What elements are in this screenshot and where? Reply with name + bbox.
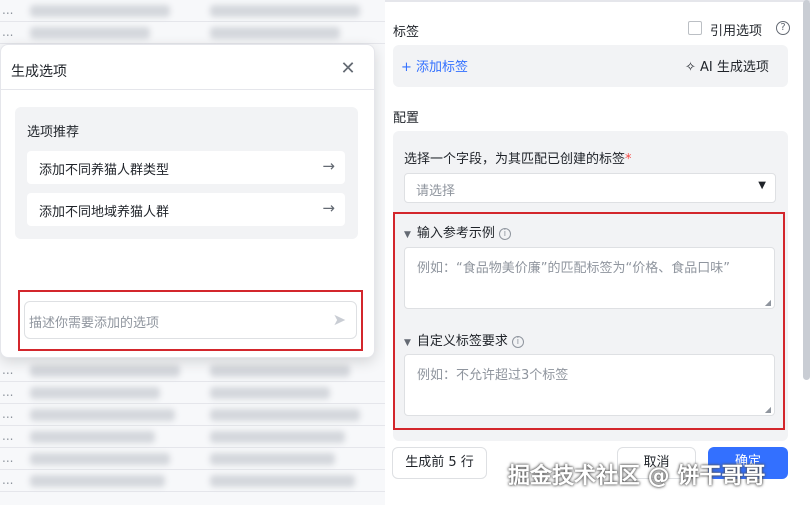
close-icon[interactable]: ✕ <box>337 58 359 80</box>
recommendation-item[interactable]: 添加不同地域养猫人群 → <box>27 193 345 226</box>
tag-box: + 添加标签 ✧ AI 生成选项 <box>393 45 788 87</box>
prompt-placeholder: 描述你需要添加的选项 <box>29 316 160 331</box>
recommendations-title: 选项推荐 <box>27 125 80 140</box>
resize-handle-icon[interactable]: ◢ <box>765 298 771 307</box>
scrollbar[interactable] <box>803 0 810 380</box>
help-icon[interactable]: ? <box>776 21 790 35</box>
field-label-text: 选择一个字段，为其匹配已创建的标签 <box>404 152 626 167</box>
table-row: ... <box>0 470 385 492</box>
custom-placeholder: 例如：不允许超过3个标签 <box>417 368 569 383</box>
watermark: 掘金技术社区 @ 饼干哥哥 <box>508 464 766 489</box>
collapse-triangle-icon: ▼ <box>404 338 411 348</box>
table-row: ... <box>0 360 385 382</box>
custom-title-text: 自定义标签要求 <box>416 334 508 349</box>
info-icon[interactable]: i <box>498 227 511 240</box>
example-textarea[interactable]: 例如：“食品物美价廉”的匹配标签为“价格、食品口味” ◢ <box>404 247 775 309</box>
table-row: ... <box>0 382 385 404</box>
arrow-right-icon: → <box>322 157 335 175</box>
recommendation-label: 添加不同养猫人群类型 <box>39 163 170 178</box>
highlight-box: 描述你需要添加的选项 ➤ <box>18 290 363 351</box>
add-tag-button[interactable]: + 添加标签 <box>401 56 468 75</box>
custom-section-title[interactable]: ▼ 自定义标签要求 i <box>404 330 524 349</box>
required-mark: * <box>625 152 632 167</box>
generate-first-rows-button[interactable]: 生成前 5 行 <box>392 447 487 479</box>
recommendation-label: 添加不同地域养猫人群 <box>39 205 170 220</box>
custom-textarea[interactable]: 例如：不允许超过3个标签 ◢ <box>404 354 775 416</box>
divider <box>385 0 810 2</box>
select-placeholder: 请选择 <box>416 184 456 199</box>
table-row: ... <box>0 22 385 44</box>
collapse-triangle-icon: ▼ <box>404 230 411 240</box>
info-icon[interactable]: i <box>511 335 524 348</box>
recommendation-item[interactable]: 添加不同养猫人群类型 → <box>27 151 345 184</box>
table-row: ... <box>0 404 385 426</box>
dialog-title: 生成选项 <box>11 64 67 80</box>
table-row: ... <box>0 0 385 22</box>
recommendations-card: 选项推荐 添加不同养猫人群类型 → 添加不同地域养猫人群 → <box>15 107 358 239</box>
example-placeholder: 例如：“食品物美价廉”的匹配标签为“价格、食品口味” <box>417 261 730 276</box>
caret-down-icon: ▼ <box>758 180 766 191</box>
resize-handle-icon[interactable]: ◢ <box>765 405 771 414</box>
ai-generate-label: AI 生成选项 <box>700 60 769 75</box>
example-title-text: 输入参考示例 <box>416 226 495 241</box>
field-select[interactable]: 请选择 ▼ <box>404 173 776 203</box>
table-row: ... <box>0 448 385 470</box>
prompt-input[interactable]: 描述你需要添加的选项 ➤ <box>24 301 357 339</box>
tag-section-label: 标签 <box>393 25 420 40</box>
send-icon[interactable]: ➤ <box>333 310 346 329</box>
example-section-title[interactable]: ▼ 输入参考示例 i <box>404 222 511 241</box>
field-label: 选择一个字段，为其匹配已创建的标签* <box>404 148 632 167</box>
table-row: ... <box>0 426 385 448</box>
divider <box>1 89 376 90</box>
config-section-label: 配置 <box>393 111 420 126</box>
cite-option-checkbox[interactable] <box>688 21 702 35</box>
ai-generate-button[interactable]: ✧ AI 生成选项 <box>685 56 769 75</box>
arrow-right-icon: → <box>322 199 335 217</box>
generate-options-dialog: 生成选项 ✕ 选项推荐 添加不同养猫人群类型 → 添加不同地域养猫人群 → 描述… <box>0 44 376 358</box>
sparkle-icon: ✧ <box>685 60 701 75</box>
cite-option-label: 引用选项 <box>710 24 763 39</box>
